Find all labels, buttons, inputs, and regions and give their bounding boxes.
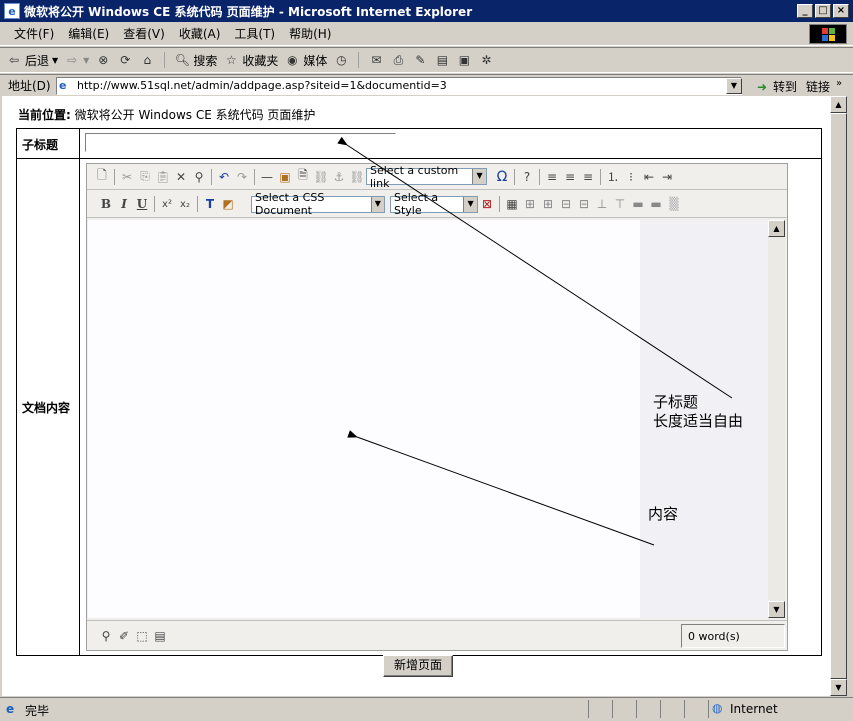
scroll-thumb[interactable] <box>830 113 847 679</box>
status-bar: e 完毕 ◍ Internet <box>0 697 853 721</box>
add-page-button[interactable]: 新增页面 <box>383 655 453 677</box>
subtitle-arrow <box>337 136 733 399</box>
content-annotation: 内容 <box>648 505 679 523</box>
subtitle-annotation: 子标题 长度适当自由 <box>653 393 743 431</box>
content-arrow <box>347 430 655 546</box>
annotation-arrows <box>337 136 733 546</box>
subtitle-note-line-1: 子标题 <box>653 393 699 411</box>
status-text: 完毕 <box>25 704 50 718</box>
page-done-icon: e <box>6 702 15 716</box>
subtitle-note-line-2: 长度适当自由 <box>653 412 744 430</box>
scroll-up-icon[interactable]: ▲ <box>830 96 847 113</box>
globe-icon: ◍ <box>712 701 723 715</box>
page-scrollbar[interactable]: ▲ ▼ <box>830 96 847 696</box>
scroll-down-icon[interactable]: ▼ <box>830 679 847 696</box>
zone-text: Internet <box>730 702 778 716</box>
